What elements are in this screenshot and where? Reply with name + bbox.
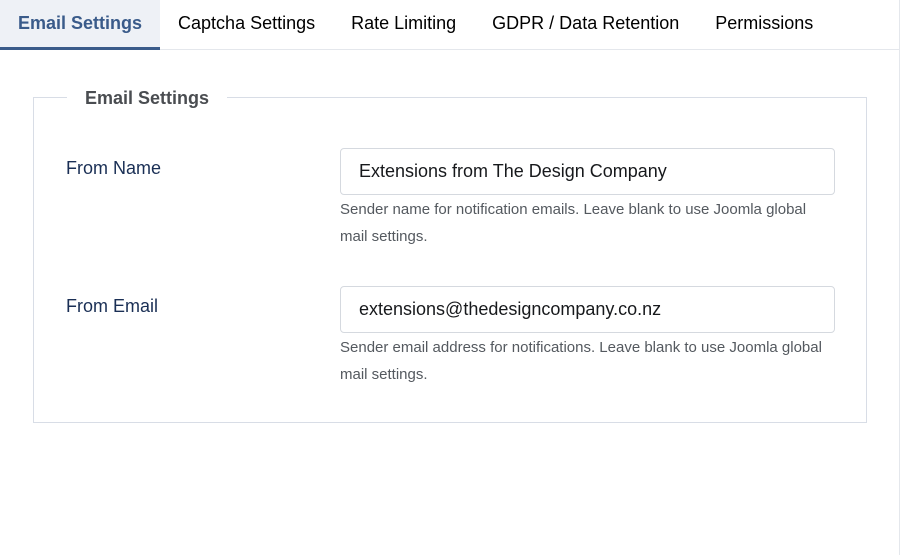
tab-rate-limiting[interactable]: Rate Limiting xyxy=(333,0,474,50)
tab-permissions[interactable]: Permissions xyxy=(697,0,831,50)
email-settings-fieldset: Email Settings From Name Sender name for… xyxy=(33,86,867,423)
from-email-label: From Email xyxy=(66,296,159,316)
fieldset-legend: Email Settings xyxy=(67,86,228,110)
from-name-input[interactable] xyxy=(340,148,835,195)
from-email-input[interactable] xyxy=(340,286,835,333)
from-name-label: From Name xyxy=(66,158,162,178)
from-email-help: Sender email address for notifications. … xyxy=(340,339,822,383)
tab-bar: Email Settings Captcha Settings Rate Lim… xyxy=(0,0,900,50)
tab-email-settings[interactable]: Email Settings xyxy=(0,0,161,50)
tab-gdpr-data-retention[interactable]: GDPR / Data Retention xyxy=(474,0,697,50)
settings-page: Email Settings Captcha Settings Rate Lim… xyxy=(0,0,900,555)
tab-captcha-settings[interactable]: Captcha Settings xyxy=(160,0,333,50)
from-name-help: Sender name for notification emails. Lea… xyxy=(340,201,807,245)
